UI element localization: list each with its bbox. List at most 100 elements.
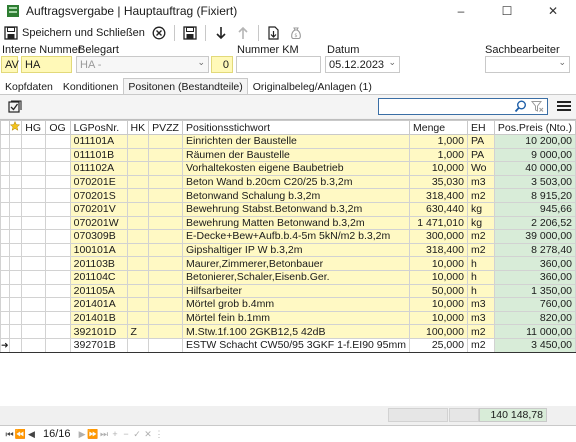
filter-clear-icon[interactable] xyxy=(530,100,544,116)
cell-pvzz[interactable] xyxy=(148,269,183,285)
table-row[interactable]: 070201V Bewehrung Stabst.Betonwand b.3,2m… xyxy=(0,201,576,217)
cell-stichwort[interactable]: Bewehrung Matten Betonwand b.3,2m xyxy=(181,215,410,231)
cell-favorite[interactable] xyxy=(8,147,23,163)
cell-preis[interactable]: 10 200,00 xyxy=(493,134,576,149)
cell-favorite[interactable] xyxy=(8,188,23,203)
cancel-button[interactable] xyxy=(148,23,170,43)
cell-hg[interactable] xyxy=(21,215,47,231)
cell-og[interactable] xyxy=(45,269,71,285)
cell-favorite[interactable] xyxy=(8,256,23,271)
column-header-lgposnr[interactable]: LGPosNr. xyxy=(69,120,128,135)
cell-menge[interactable]: 10,000 xyxy=(408,256,468,271)
cell-og[interactable] xyxy=(45,283,71,299)
cell-hk[interactable] xyxy=(126,201,150,217)
cell-lgposnr[interactable]: 011101A xyxy=(69,134,128,149)
cell-favorite[interactable] xyxy=(8,337,23,353)
cell-preis[interactable]: 1 350,00 xyxy=(493,283,576,299)
cell-preis[interactable]: 3 503,00 xyxy=(493,174,576,190)
cell-eh[interactable]: m2 xyxy=(466,337,495,353)
table-row[interactable]: 011101A Einrichten der Baustelle 1,000 PA 10… xyxy=(0,134,576,149)
table-row[interactable]: 201105A Hilfsarbeiter 50,000 h 1 350,00 xyxy=(0,283,576,299)
cell-eh[interactable]: m2 xyxy=(466,188,495,203)
column-header-hk[interactable]: HK xyxy=(126,120,150,135)
cell-hg[interactable] xyxy=(21,283,47,299)
cell-lgposnr[interactable]: 392701B xyxy=(69,337,128,353)
last-record-icon[interactable]: ⏭ xyxy=(99,428,110,441)
tab-originalbeleg[interactable]: Originalbeleg/Anlagen (1) xyxy=(248,78,377,94)
cell-eh[interactable]: m2 xyxy=(466,229,495,244)
cell-menge[interactable]: 25,000 xyxy=(408,337,468,353)
table-row[interactable]: 011102A Vorhaltekosten eigene Baubetrieb 1… xyxy=(0,161,576,176)
cell-menge[interactable]: 630,440 xyxy=(408,201,468,217)
row-selector[interactable] xyxy=(0,161,10,176)
table-row[interactable]: 201401A Mörtel grob b.4mm 10,000 m3 760,00 xyxy=(0,297,576,312)
cell-hg[interactable] xyxy=(21,147,47,163)
cell-hk[interactable] xyxy=(126,256,150,271)
column-header-stichwort[interactable]: Positionsstichwort xyxy=(181,120,410,135)
cell-og[interactable] xyxy=(45,215,71,231)
cell-lgposnr[interactable]: 070201W xyxy=(69,215,128,231)
cell-favorite[interactable] xyxy=(8,324,23,339)
cell-stichwort[interactable]: Betonierer,Schaler,Eisenb.Ger. xyxy=(181,269,410,285)
bookingtype-number-field[interactable]: 0 xyxy=(211,56,233,73)
cell-menge[interactable]: 1 471,010 xyxy=(408,215,468,231)
cell-pvzz[interactable] xyxy=(148,174,183,190)
cancel-record-icon[interactable]: ✕ xyxy=(143,428,154,441)
cell-preis[interactable]: 8 278,40 xyxy=(493,242,576,258)
cell-lgposnr[interactable]: 201104C xyxy=(69,269,128,285)
column-header-og[interactable]: OG xyxy=(45,120,71,135)
cell-hk[interactable] xyxy=(126,174,150,190)
cell-hk[interactable] xyxy=(126,269,150,285)
row-selector[interactable] xyxy=(0,215,10,231)
cell-pvzz[interactable] xyxy=(148,283,183,299)
tab-kopfdaten[interactable]: Kopfdaten xyxy=(0,78,58,94)
row-selector[interactable]: ➜ xyxy=(0,337,10,353)
cell-hg[interactable] xyxy=(21,242,47,258)
close-button[interactable]: ✕ xyxy=(530,0,576,22)
save-button[interactable] xyxy=(179,23,201,43)
cell-hk[interactable] xyxy=(126,215,150,231)
clerk-select[interactable]: ⌄ xyxy=(485,56,570,73)
cell-menge[interactable]: 10,000 xyxy=(408,269,468,285)
row-selector[interactable] xyxy=(0,242,10,258)
cell-hg[interactable] xyxy=(21,161,47,176)
cell-preis[interactable]: 40 000,00 xyxy=(493,161,576,176)
search-icon[interactable] xyxy=(514,100,527,116)
row-selector[interactable] xyxy=(0,324,10,339)
cell-stichwort[interactable]: Betonwand Schalung b.3,2m xyxy=(181,188,410,203)
cell-stichwort[interactable]: Maurer,Zimmerer,Betonbauer xyxy=(181,256,410,271)
cell-menge[interactable]: 1,000 xyxy=(408,147,468,163)
cell-preis[interactable]: 360,00 xyxy=(493,256,576,271)
cell-stichwort[interactable]: Bewehrung Stabst.Betonwand b.3,2m xyxy=(181,201,410,217)
minimize-button[interactable]: – xyxy=(438,0,484,22)
first-record-icon[interactable]: ⏮ xyxy=(4,428,15,441)
cell-favorite[interactable] xyxy=(8,310,23,326)
cell-hk[interactable] xyxy=(126,310,150,326)
cell-eh[interactable]: h xyxy=(466,256,495,271)
cell-lgposnr[interactable]: 011101B xyxy=(69,147,128,163)
row-selector[interactable] xyxy=(0,188,10,203)
row-selector[interactable] xyxy=(0,256,10,271)
cell-lgposnr[interactable]: 201105A xyxy=(69,283,128,299)
tab-konditionen[interactable]: Konditionen xyxy=(58,78,123,94)
cell-lgposnr[interactable]: 070201S xyxy=(69,188,128,203)
cell-pvzz[interactable] xyxy=(148,188,183,203)
cell-favorite[interactable] xyxy=(8,134,23,149)
table-row[interactable]: 011101B Räumen der Baustelle 1,000 PA 9 000,… xyxy=(0,147,576,163)
cell-preis[interactable]: 820,00 xyxy=(493,310,576,326)
column-header-eh[interactable]: EH xyxy=(466,120,495,135)
cell-preis[interactable]: 945,66 xyxy=(493,201,576,217)
prev-record-icon[interactable]: ◀ xyxy=(26,428,37,441)
cell-pvzz[interactable] xyxy=(148,310,183,326)
cell-favorite[interactable] xyxy=(8,201,23,217)
cell-hk[interactable] xyxy=(126,229,150,244)
cell-favorite[interactable] xyxy=(8,215,23,231)
cell-pvzz[interactable] xyxy=(148,215,183,231)
cell-pvzz[interactable] xyxy=(148,324,183,339)
move-down-button[interactable] xyxy=(210,23,232,43)
cell-favorite[interactable] xyxy=(8,242,23,258)
cell-preis[interactable]: 2 206,52 xyxy=(493,215,576,231)
cell-menge[interactable]: 10,000 xyxy=(408,161,468,176)
cell-eh[interactable]: Wo xyxy=(466,161,495,176)
cell-preis[interactable]: 8 915,20 xyxy=(493,188,576,203)
